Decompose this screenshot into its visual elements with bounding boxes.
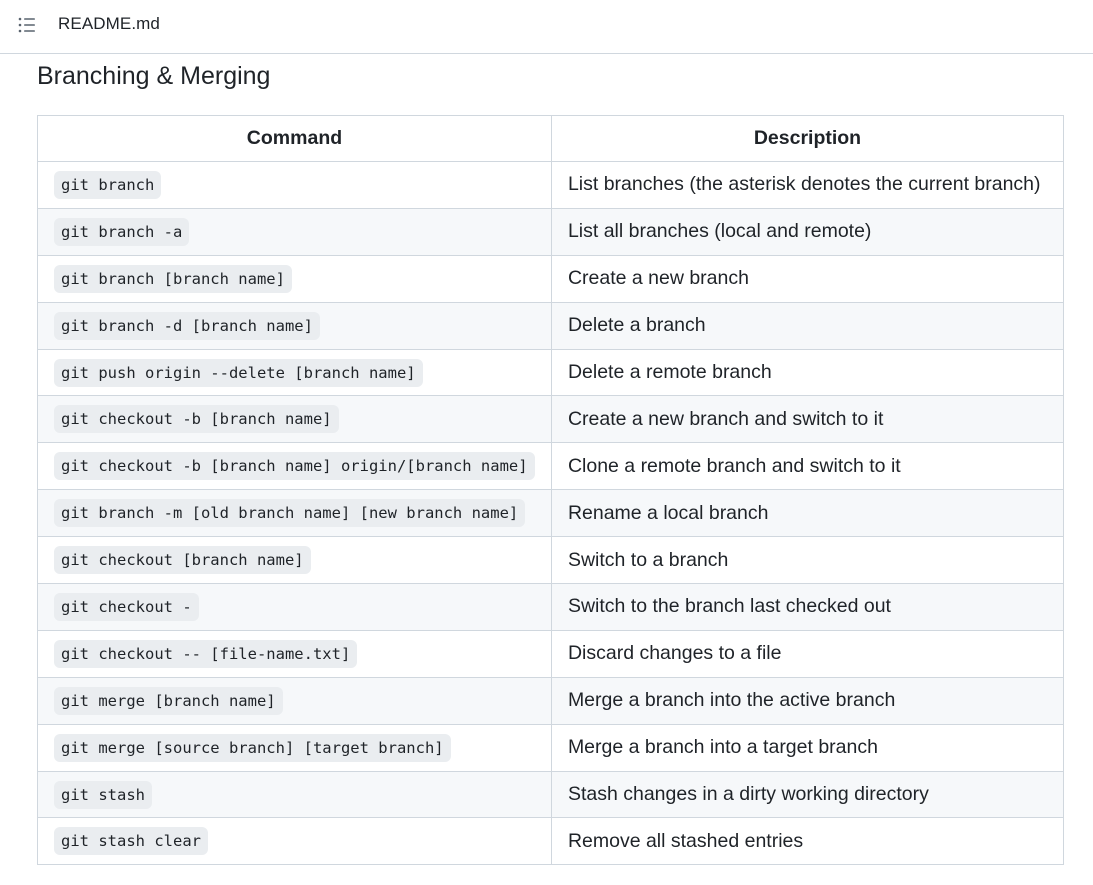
table-row: git checkout - Switch to the branch last …	[37, 583, 1065, 631]
description-text: Clone a remote branch and switch to it	[567, 454, 901, 477]
table-row: git checkout -b [branch name] origin/[br…	[37, 442, 1065, 491]
description-cell: Switch to the branch last checked out	[550, 583, 1065, 631]
description-text: Stash changes in a dirty working directo…	[567, 783, 929, 806]
command-cell: git checkout -b [branch name]	[37, 395, 552, 444]
description-cell: Create a new branch	[550, 254, 1065, 303]
column-header-description: Description	[550, 115, 1065, 162]
commands-table: Command Description git branch List branc…	[37, 115, 1065, 866]
description-text: Merge a branch into the active branch	[567, 689, 896, 712]
command-code: git merge [source branch] [target branch…	[54, 733, 451, 762]
description-cell: Merge a branch into the active branch	[550, 676, 1065, 725]
table-row: git branch List branches (the asterisk de…	[37, 161, 1065, 209]
command-code: git push origin --delete [branch name]	[54, 358, 423, 387]
description-text: Rename a local branch	[567, 501, 769, 524]
list-unordered-icon	[18, 17, 35, 33]
table-row: git branch -m [old branch name] [new bra…	[37, 489, 1065, 538]
command-code: git checkout -b [branch name] origin/[br…	[54, 452, 535, 481]
description-cell: Delete a remote branch	[550, 348, 1065, 397]
command-code: git merge [branch name]	[54, 686, 283, 715]
command-cell: git stash	[37, 770, 552, 819]
description-cell: Switch to a branch	[550, 536, 1065, 585]
command-cell: git branch -d [branch name]	[37, 301, 552, 350]
command-cell: git checkout [branch name]	[37, 536, 552, 585]
table-row: git checkout -b [branch name] Create a ne…	[37, 395, 1065, 444]
description-text: Discard changes to a file	[567, 642, 782, 665]
description-text: Remove all stashed entries	[567, 829, 804, 852]
table-row: git merge [branch name] Merge a branch in…	[37, 676, 1065, 725]
command-code: git branch	[54, 170, 162, 199]
command-code: git checkout [branch name]	[54, 546, 311, 575]
command-code: git checkout -- [file-name.txt]	[54, 639, 358, 668]
command-cell: git branch -a	[37, 207, 552, 256]
description-text: Create a new branch and switch to it	[567, 407, 884, 430]
description-cell: Rename a local branch	[550, 489, 1065, 538]
column-header-command: Command	[37, 115, 552, 162]
command-code: git branch [branch name]	[54, 264, 292, 293]
description-text: List branches (the asterisk denotes the …	[567, 173, 1041, 196]
command-cell: git stash clear	[37, 817, 552, 866]
description-text: Delete a branch	[567, 314, 706, 337]
table-row: git checkout -- [file-name.txt] Discard c…	[37, 629, 1065, 678]
description-text: Merge a branch into a target branch	[567, 736, 878, 759]
file-header: README.md	[0, 0, 1093, 54]
command-code: git stash clear	[54, 827, 208, 856]
description-cell: List branches (the asterisk denotes the …	[550, 161, 1065, 209]
command-cell: git merge [source branch] [target branch…	[37, 723, 552, 772]
command-cell: git merge [branch name]	[37, 676, 552, 725]
section-heading: Branching & Merging	[37, 62, 271, 90]
command-code: git checkout -	[54, 592, 199, 621]
description-cell: Clone a remote branch and switch to it	[550, 442, 1065, 491]
command-code: git checkout -b [branch name]	[54, 405, 339, 434]
table-row: git branch -d [branch name] Delete a bran…	[37, 301, 1065, 350]
description-cell: Stash changes in a dirty working directo…	[550, 770, 1065, 819]
table-row: git push origin --delete [branch name] De…	[37, 348, 1065, 397]
table-row: git checkout [branch name] Switch to a br…	[37, 536, 1065, 585]
table-header-row: Command Description	[37, 115, 1065, 162]
description-cell: Discard changes to a file	[550, 629, 1065, 678]
table-of-contents-button[interactable]	[14, 12, 40, 38]
table-body: git branch List branches (the asterisk de…	[37, 161, 1065, 866]
command-code: git stash	[54, 780, 152, 809]
command-cell: git checkout -	[37, 583, 552, 631]
command-code: git branch -d [branch name]	[54, 311, 320, 340]
table-row: git stash clear Remove all stashed entrie…	[37, 817, 1065, 866]
command-cell: git branch -m [old branch name] [new bra…	[37, 489, 552, 538]
command-cell: git push origin --delete [branch name]	[37, 348, 552, 397]
table-row: git branch -a List all branches (local an…	[37, 207, 1065, 256]
description-cell: Create a new branch and switch to it	[550, 395, 1065, 444]
command-cell: git branch	[37, 161, 552, 209]
description-cell: Merge a branch into a target branch	[550, 723, 1065, 772]
file-title: README.md	[58, 14, 160, 33]
description-text: Delete a remote branch	[567, 361, 772, 383]
description-text: Switch to a branch	[567, 548, 729, 571]
description-text: List all branches (local and remote)	[567, 220, 872, 243]
description-text: Switch to the branch last checked out	[567, 595, 891, 618]
command-cell: git branch [branch name]	[37, 254, 552, 303]
command-cell: git checkout -b [branch name] origin/[br…	[37, 442, 552, 491]
command-code: git branch -m [old branch name] [new bra…	[54, 499, 526, 528]
description-cell: List all branches (local and remote)	[550, 207, 1065, 256]
table-row: git merge [source branch] [target branch…	[37, 723, 1065, 772]
table-row: git stash Stash changes in a dirty workin…	[37, 770, 1065, 819]
description-cell: Delete a branch	[550, 301, 1065, 350]
command-cell: git checkout -- [file-name.txt]	[37, 629, 552, 678]
description-text: Create a new branch	[567, 267, 749, 290]
table-row: git branch [branch name] Create a new bra…	[37, 254, 1065, 303]
description-cell: Remove all stashed entries	[550, 817, 1065, 866]
command-code: git branch -a	[54, 217, 190, 246]
